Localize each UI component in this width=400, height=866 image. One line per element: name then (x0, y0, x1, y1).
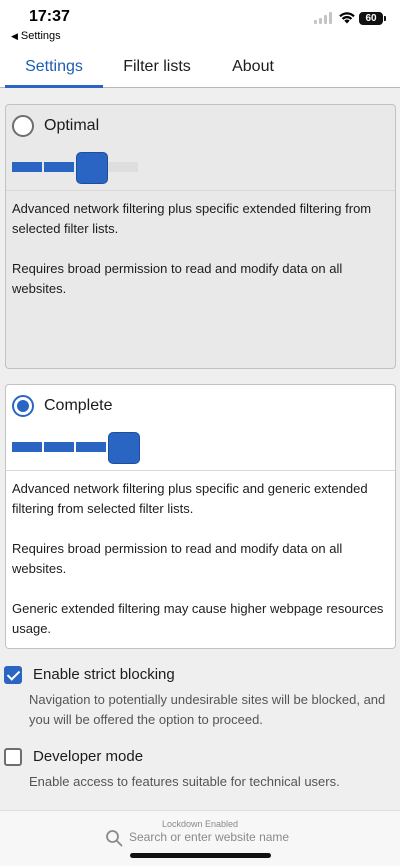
slider-segment (76, 442, 106, 452)
battery-icon: 60 (359, 12, 386, 25)
optimal-label: Optimal (44, 117, 100, 134)
strict-blocking-checkbox[interactable] (4, 666, 22, 684)
developer-mode-description: Enable access to features suitable for t… (29, 774, 340, 789)
description-text: Advanced network filtering plus specific… (12, 481, 368, 516)
description-text: Requires broad permission to read and mo… (12, 261, 343, 296)
search-placeholder: Search or enter website name (129, 830, 290, 844)
strict-blocking-description: Navigation to potentially undesirable si… (29, 692, 386, 727)
optimal-description: Advanced network filtering plus specific… (12, 199, 387, 319)
slider-handle[interactable] (76, 152, 108, 184)
strict-blocking-label[interactable]: Enable strict blocking (33, 666, 175, 683)
filtering-level-slider[interactable] (12, 432, 140, 464)
search-input[interactable]: Search or enter website name (105, 827, 289, 847)
mode-card-optimal[interactable]: Optimal Advanced network filtering plus … (5, 104, 396, 369)
complete-radio[interactable] (12, 395, 34, 417)
tab-about[interactable]: About (222, 46, 284, 88)
wifi-icon (339, 12, 355, 24)
cellular-signal-icon (314, 12, 334, 24)
back-to-settings-link[interactable]: ◀ Settings (11, 30, 61, 42)
description-text: Advanced network filtering plus specific… (12, 201, 372, 236)
developer-mode-label[interactable]: Developer mode (33, 748, 143, 765)
back-arrow-icon: ◀ (11, 31, 18, 41)
tab-filter-lists[interactable]: Filter lists (111, 46, 203, 88)
description-text: Generic extended filtering may cause hig… (12, 601, 384, 636)
back-label: Settings (20, 30, 61, 42)
mode-card-header: Complete (6, 385, 395, 471)
tab-bar: Settings Filter lists About (0, 46, 400, 88)
tab-settings[interactable]: Settings (5, 46, 103, 88)
home-indicator[interactable] (130, 853, 271, 858)
mode-card-complete[interactable]: Complete Advanced network filtering plus… (5, 384, 396, 649)
complete-description: Advanced network filtering plus specific… (12, 479, 387, 659)
slider-segment (44, 442, 74, 452)
optimal-radio[interactable] (12, 115, 34, 137)
developer-mode-checkbox[interactable] (4, 748, 22, 766)
slider-handle[interactable] (108, 432, 140, 464)
slider-segment (12, 442, 42, 452)
complete-label: Complete (44, 397, 113, 414)
description-text: Requires broad permission to read and mo… (12, 541, 343, 576)
browser-address-bar: Lockdown Enabled Search or enter website… (0, 810, 400, 866)
search-icon (106, 829, 123, 847)
slider-segment (12, 162, 42, 172)
mode-card-header: Optimal (6, 105, 395, 191)
slider-segment (44, 162, 74, 172)
status-bar: 17:37 ◀ Settings 60 (0, 0, 400, 46)
clock: 17:37 (29, 8, 70, 25)
slider-segment (108, 162, 138, 172)
filtering-level-slider[interactable] (12, 152, 140, 184)
